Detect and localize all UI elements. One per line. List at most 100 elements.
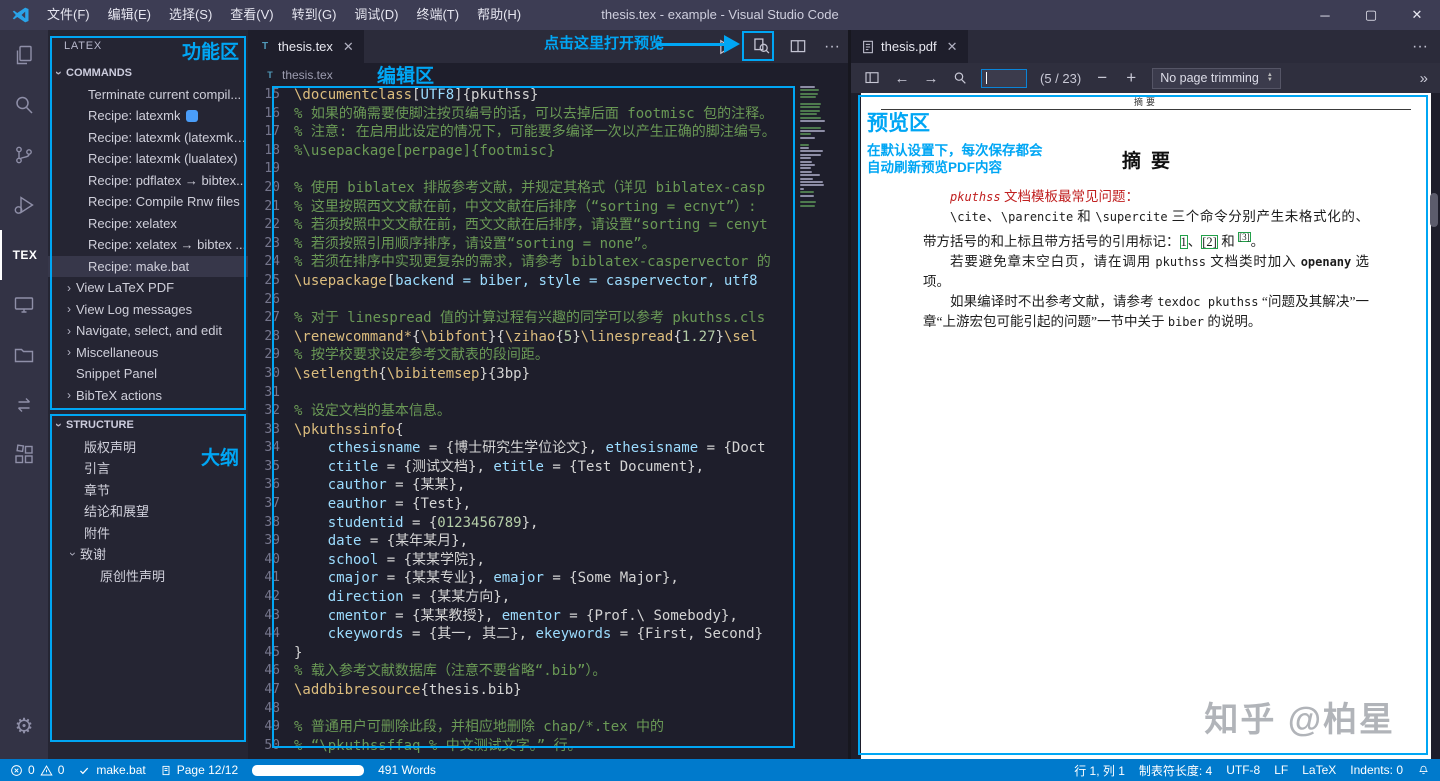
code-line[interactable]: 45} [248,644,796,663]
forward-icon[interactable]: → [923,70,939,87]
tab-size[interactable]: 制表符长度: 4 [1139,762,1212,779]
menu-item[interactable]: 查看(V) [221,0,282,30]
sidebar-item[interactable]: 原创性声明 [48,565,248,587]
sidebar-item[interactable]: Recipe: latexmk [48,105,248,127]
build-status[interactable]: make.bat [78,763,145,777]
code-line[interactable]: 42 direction = {某某方向}, [248,588,796,607]
sidebar-item[interactable]: 章节 [48,479,248,501]
code-line[interactable]: 19 [248,160,796,179]
search-icon[interactable] [952,70,968,86]
code-line[interactable]: 32% 设定文档的基本信息。 [248,402,796,421]
code-line[interactable]: 44 ckeywords = {其一, 其二}, ekeywords = {Fi… [248,625,796,644]
menu-item[interactable]: 调试(D) [345,0,407,30]
sidebar-item[interactable]: Recipe: latexmk (latexmkrc) [48,127,248,149]
tab-close-icon[interactable]: ✕ [343,39,354,55]
sidebar-item[interactable]: ›致谢 [48,543,248,565]
language-mode[interactable]: LaTeX [1302,763,1336,777]
search-icon[interactable] [0,80,48,130]
code-line[interactable]: 22% 若须按照中文文献在前，西文文献在后排序，请设置“sorting = ce… [248,216,796,235]
code-editor[interactable]: 15\documentclass[UTF8]{pkuthss}16% 如果的确需… [248,86,796,759]
code-line[interactable]: 16% 如果的确需要使脚注按页编号的话，可以去掉后面 footmisc 包的注释… [248,105,796,124]
code-line[interactable]: 20% 使用 biblatex 排版参考文献，并规定其格式（详见 biblate… [248,179,796,198]
eol[interactable]: LF [1274,763,1288,777]
code-line[interactable]: 34 cthesisname = {博士研究生学位论文}, ethesisnam… [248,439,796,458]
code-line[interactable]: 50% “\pkuthssffaq % 中文测试文字。” 行。 [248,737,796,756]
code-line[interactable]: 47\addbibresource{thesis.bib} [248,681,796,700]
code-line[interactable]: 37 eauthor = {Test}, [248,495,796,514]
code-line[interactable]: 25\usepackage[backend = biber, style = c… [248,272,796,291]
code-line[interactable]: 39 date = {某年某月}, [248,532,796,551]
menu-item[interactable]: 转到(G) [283,0,346,30]
code-line[interactable]: 40 school = {某某学院}, [248,551,796,570]
double-chevron-right-icon[interactable]: » [1420,70,1428,87]
settings-gear-icon[interactable]: ⚙ [0,701,48,751]
code-line[interactable]: 29% 按学校要求设定参考文献表的段间距。 [248,346,796,365]
page-trimming-select[interactable]: No page trimming ▲▼ [1152,68,1281,89]
sidebar-item[interactable]: Recipe: xelatex [48,213,248,235]
section-commands[interactable]: ›COMMANDS [48,62,248,84]
word-count[interactable]: 491 Words [378,763,436,777]
sidebar-item[interactable]: ›Miscellaneous [48,342,248,364]
code-line[interactable]: 17% 注意: 在启用此设定的情况下，可能要多编译一次以产生正确的脚注编号。 [248,123,796,142]
preview-more-actions-icon[interactable]: ··· [1412,30,1428,63]
sidebar-item[interactable]: Recipe: pdflatex → bibtex... [48,170,248,192]
code-line[interactable]: 31 [248,384,796,403]
minimize-button[interactable]: ─ [1302,0,1348,30]
sidebar-item[interactable]: ›BibTeX actions [48,385,248,407]
sidebar-item[interactable]: Recipe: latexmk (lualatex) [48,148,248,170]
code-line[interactable]: 27% 对于 linespread 值的计算过程有兴趣的同学可以参考 pkuth… [248,309,796,328]
code-line[interactable]: 30\setlength{\bibitemsep}{3bp} [248,365,796,384]
breadcrumb-item[interactable]: thesis.tex [282,68,333,82]
open-preview-icon[interactable] [751,36,772,57]
sidebar-item[interactable]: ›View LaTeX PDF [48,277,248,299]
code-line[interactable]: 38 studentid = {0123456789}, [248,514,796,533]
split-editor-icon[interactable] [788,37,808,57]
section-structure[interactable]: ›STRUCTURE [48,414,248,436]
maximize-button[interactable]: ▢ [1348,0,1394,30]
tab-thesis-tex[interactable]: T thesis.tex ✕ [248,30,364,63]
more-actions-icon[interactable]: ··· [824,38,840,56]
code-line[interactable]: 15\documentclass[UTF8]{pkuthss} [248,86,796,105]
code-line[interactable]: 35 ctitle = {测试文档}, etitle = {Test Docum… [248,458,796,477]
code-line[interactable]: 43 cmentor = {某某教授}, ementor = {Prof.\ S… [248,607,796,626]
code-line[interactable]: 18%\usepackage[perpage]{footmisc} [248,142,796,161]
page-number-input[interactable] [981,69,1027,88]
sidebar-item[interactable]: 版权声明 [48,436,248,458]
sidebar-item[interactable]: 附件 [48,522,248,544]
run-build-icon[interactable] [715,37,735,57]
close-button[interactable]: ✕ [1394,0,1440,30]
code-line[interactable]: 26 [248,291,796,310]
back-icon[interactable]: ← [894,70,910,87]
menu-item[interactable]: 终端(T) [407,0,468,30]
sidebar-item[interactable]: 引言 [48,457,248,479]
sidebar-item[interactable]: Snippet Panel [48,363,248,385]
sidebar-item[interactable]: ›View Log messages [48,299,248,321]
breadcrumb[interactable]: T thesis.tex [248,63,848,86]
pdf-viewport[interactable]: 摘要 摘要 pkuthss 文档模板最常见问题：\cite、\parencite… [851,93,1440,759]
explorer-icon[interactable] [0,30,48,80]
sidebar-item[interactable]: 结论和展望 [48,500,248,522]
code-line[interactable]: 49% 普通用户可删除此段，并相应地删除 chap/*.tex 中的 [248,718,796,737]
notifications-bell-icon[interactable] [1417,764,1430,777]
cursor-position[interactable]: 行 1, 列 1 [1074,762,1125,779]
code-line[interactable]: 46% 载入参考文献数据库（注意不要省略“.bib”）。 [248,662,796,681]
zoom-out-icon[interactable]: − [1094,68,1110,88]
page-indicator[interactable]: Page 12/12 [160,763,238,777]
code-line[interactable]: 23% 若须按照引用顺序排序，请设置“sorting = none”。 [248,235,796,254]
extensions-icon[interactable] [0,430,48,480]
menu-item[interactable]: 编辑(E) [99,0,160,30]
run-and-debug-icon[interactable] [0,180,48,230]
code-line[interactable]: 41 cmajor = {某某专业}, emajor = {Some Major… [248,569,796,588]
encoding[interactable]: UTF-8 [1226,763,1260,777]
sidebar-item[interactable]: Recipe: xelatex → bibtex ... [48,234,248,256]
source-control-icon[interactable] [0,130,48,180]
code-line[interactable]: 48 [248,700,796,719]
code-line[interactable]: 21% 这里按照西文文献在前，中文文献在后排序（“sorting = ecnyt… [248,198,796,217]
menu-item[interactable]: 文件(F) [38,0,99,30]
tab-thesis-pdf[interactable]: thesis.pdf ✕ [851,30,968,63]
menu-item[interactable]: 帮助(H) [468,0,530,30]
code-line[interactable]: 36 cauthor = {某某}, [248,476,796,495]
latex-workshop-icon[interactable]: TEX [0,230,48,280]
zoom-in-icon[interactable]: + [1123,68,1139,88]
sync-arrows-icon[interactable] [0,380,48,430]
